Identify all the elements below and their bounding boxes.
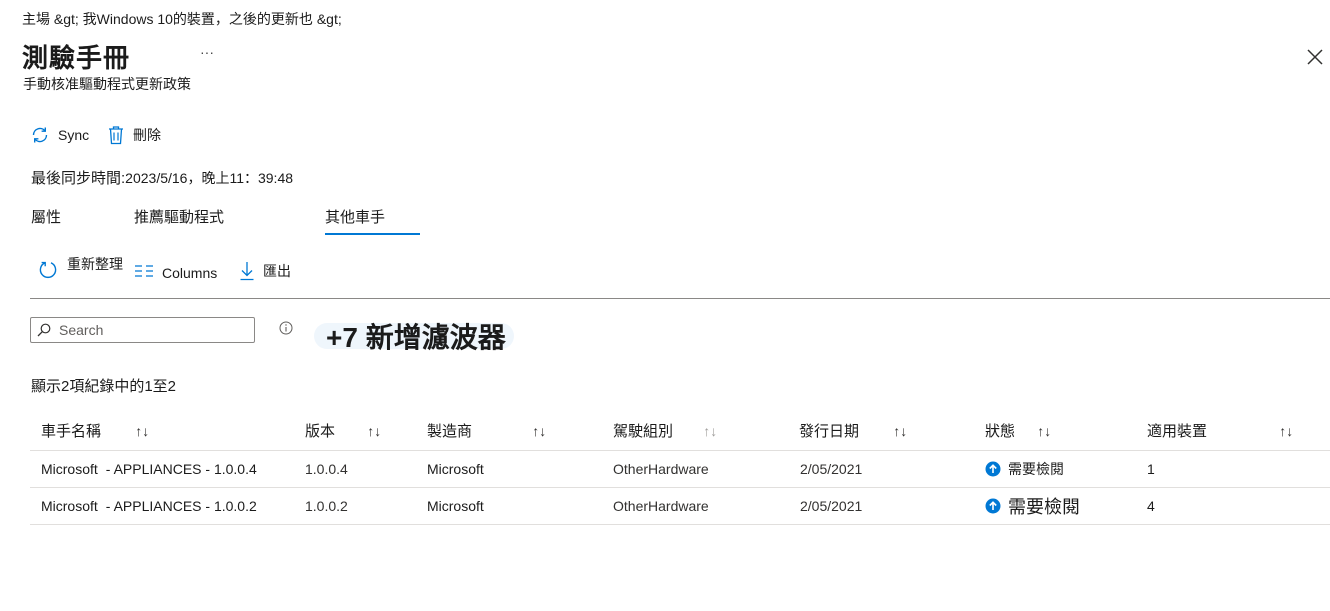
driver-group: OtherHardware (613, 461, 709, 477)
release-date: 2/05/2021 (800, 498, 863, 514)
columns-icon (135, 265, 153, 277)
close-icon (1307, 49, 1323, 65)
column-header-label: 適用裝置 (1147, 422, 1208, 440)
arrow-up-circle-icon (985, 498, 1001, 514)
refresh-label: 重新整理 (67, 256, 123, 272)
export-button[interactable]: 匯出 (239, 261, 291, 281)
status-text: 需要檢閱 (1008, 497, 1080, 517)
sync-icon (32, 127, 48, 143)
search-input[interactable] (57, 321, 251, 339)
applicable-devices: 1 (1147, 461, 1155, 477)
sort-icon[interactable]: ↑↓ (135, 423, 149, 439)
driver-group: OtherHardware (613, 498, 709, 514)
sort-icon[interactable]: ↑↓ (367, 423, 381, 439)
driver-name: - APPLIANCES - 1.0.0.2 (105, 498, 257, 514)
status-text: 需要檢閱 (1008, 461, 1064, 477)
record-count: 顯示2項紀錄中的1至2 (31, 378, 177, 395)
column-header-name[interactable]: 車手名稱 ↑↓ (30, 410, 294, 451)
column-header-label: 發行日期 (799, 422, 860, 440)
download-icon (240, 262, 254, 281)
last-sync-value: 2023/5/16，晚上11：39:48 (125, 170, 294, 186)
status-cell: 需要檢閱 (985, 459, 1136, 479)
sort-icon[interactable]: ↑↓ (893, 423, 907, 439)
column-header-driver-group[interactable]: 駕駛組別 ↑↓ (602, 410, 788, 451)
column-header-version[interactable]: 版本 ↑↓ (294, 410, 416, 451)
breadcrumb[interactable]: 主場 &gt; 我Windows 10的裝置，之後的更新也 &gt; (22, 9, 342, 29)
arrow-up-circle-icon (985, 461, 1001, 477)
export-label: 匯出 (263, 263, 291, 279)
driver-vendor: Microsoft (41, 498, 98, 514)
add-filter-button[interactable]: +7 新增濾波器 (326, 316, 506, 356)
release-date: 2/05/2021 (800, 461, 863, 477)
driver-version: 1.0.0.2 (305, 498, 348, 514)
column-header-manufacturer[interactable]: 製造商 ↑↓ (416, 410, 602, 451)
close-button[interactable] (1302, 44, 1328, 70)
driver-version: 1.0.0.4 (305, 461, 348, 477)
column-header-applicable-devices[interactable]: 適用裝置 ↑↓ (1136, 410, 1330, 451)
driver-manufacturer: Microsoft (427, 461, 484, 477)
search-box[interactable] (30, 317, 255, 343)
sort-icon[interactable]: ↑↓ (1037, 423, 1051, 439)
toolbar-divider (30, 298, 1330, 299)
delete-label: 刪除 (133, 127, 161, 143)
column-header-label: 車手名稱 (41, 422, 102, 440)
tab-other-drivers[interactable]: 其他車手 (325, 206, 385, 227)
status-cell: 需要檢閱 (985, 493, 1136, 519)
trash-icon (109, 126, 123, 145)
driver-vendor: Microsoft (41, 461, 98, 477)
column-header-release-date[interactable]: 發行日期 ↑↓ (788, 410, 974, 451)
drivers-table: 車手名稱 ↑↓ 版本 ↑↓ 製造商 ↑↓ 駕駛組別 ↑↓ 發行日期 ↑↓ 狀態 … (30, 410, 1330, 525)
page-title: 測驗手冊 (22, 43, 131, 73)
sort-icon[interactable]: ↑↓ (703, 423, 717, 439)
sync-button[interactable]: Sync (30, 125, 89, 145)
search-icon (37, 323, 51, 337)
refresh-icon (39, 261, 57, 279)
refresh-button[interactable]: 重新整理 (37, 256, 123, 281)
info-icon[interactable] (279, 321, 293, 335)
table-row[interactable]: Microsoft - APPLIANCES - 1.0.0.2 1.0.0.2 … (30, 487, 1330, 525)
tab-recommended-drivers[interactable]: 推薦驅動程式 (134, 206, 224, 227)
column-header-label: 版本 (305, 422, 336, 440)
table-header-row: 車手名稱 ↑↓ 版本 ↑↓ 製造商 ↑↓ 駕駛組別 ↑↓ 發行日期 ↑↓ 狀態 … (30, 410, 1330, 451)
column-header-label: 製造商 (427, 422, 473, 440)
column-header-label: 狀態 (985, 422, 1016, 440)
column-header-label: 駕駛組別 (613, 422, 674, 440)
driver-manufacturer: Microsoft (427, 498, 484, 514)
more-options-button[interactable]: ··· (200, 44, 214, 60)
active-tab-indicator (325, 233, 420, 235)
columns-label: Columns (162, 265, 218, 281)
sort-icon[interactable]: ↑↓ (532, 423, 546, 439)
driver-name: - APPLIANCES - 1.0.0.4 (105, 461, 257, 477)
columns-button[interactable]: Columns (134, 263, 218, 281)
last-sync-label: 最後同步時間: (31, 170, 126, 187)
tab-properties[interactable]: 屬性 (31, 206, 61, 227)
column-header-status[interactable]: 狀態 ↑↓ (974, 410, 1136, 451)
sync-label: Sync (58, 127, 90, 143)
applicable-devices: 4 (1147, 498, 1155, 514)
table-row[interactable]: Microsoft - APPLIANCES - 1.0.0.4 1.0.0.4 … (30, 450, 1330, 488)
page-subtitle: 手動核准驅動程式更新政策 (23, 76, 191, 92)
sort-icon[interactable]: ↑↓ (1279, 423, 1293, 439)
delete-button[interactable]: 刪除 (107, 125, 161, 145)
last-sync-info: 最後同步時間:2023/5/16，晚上11：39:48 (31, 167, 293, 188)
